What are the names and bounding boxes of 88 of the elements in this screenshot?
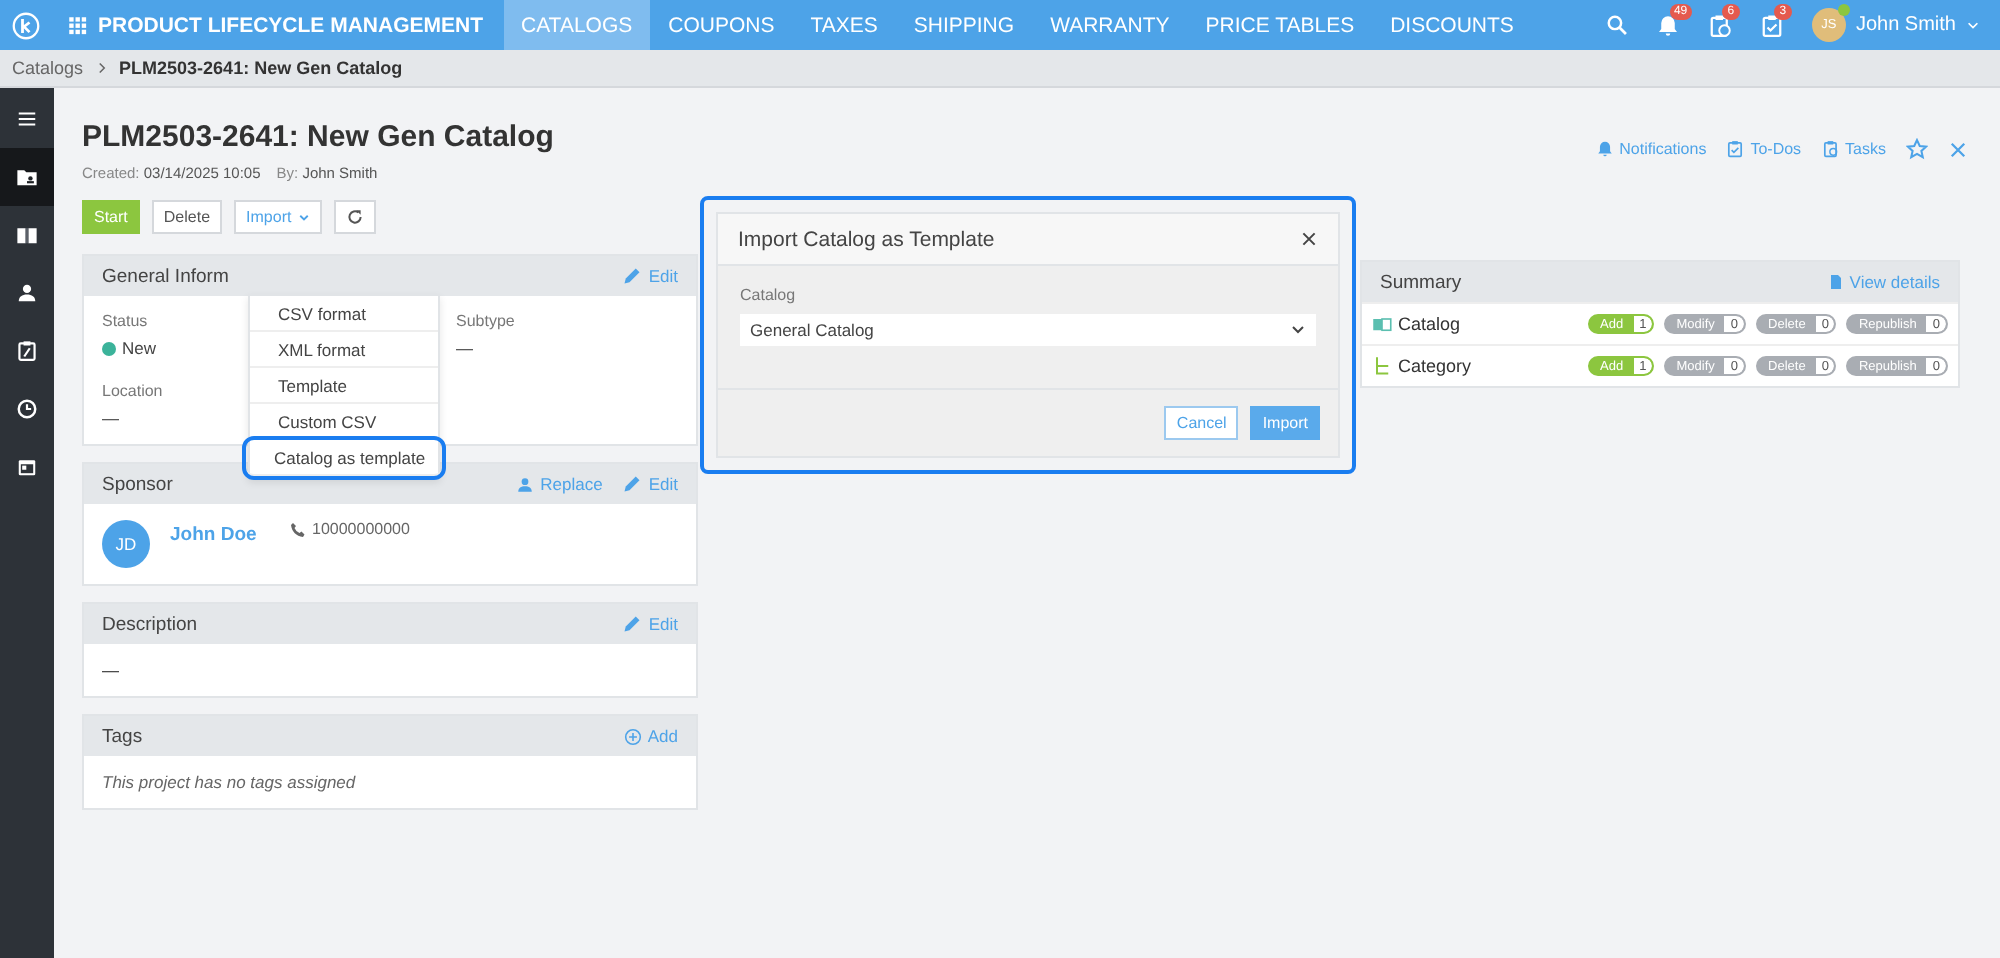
book-icon (16, 224, 38, 246)
field-label: Catalog (740, 286, 796, 304)
clipboard-clock-icon (1707, 13, 1732, 37)
panel-title: Description (102, 613, 198, 635)
field-value: — (102, 408, 119, 428)
close-icon (1300, 230, 1318, 248)
plus-circle-icon (623, 727, 642, 745)
pencil-icon (622, 614, 643, 634)
menu-icon (16, 107, 38, 129)
nav-tab[interactable]: SHIPPING (895, 0, 1033, 50)
header-link[interactable]: To-Dos (1726, 140, 1802, 158)
replace-link[interactable]: Replace (516, 474, 603, 494)
edit-link[interactable]: Edit (622, 266, 678, 286)
sidebar-item[interactable] (0, 148, 54, 206)
person-icon (516, 475, 535, 493)
grid-icon (68, 15, 88, 35)
summary-label: Category (1398, 356, 1472, 376)
nav-tab[interactable]: PRICE TABLES (1187, 0, 1373, 50)
sponsor-avatar: JD (102, 520, 150, 568)
phone-number: 10000000000 (312, 520, 410, 538)
add-link[interactable]: Add (623, 726, 678, 746)
refresh-button[interactable] (333, 200, 376, 234)
start-button[interactable]: Start (82, 200, 140, 234)
nav-tab[interactable]: DISCOUNTS (1372, 0, 1532, 50)
bell-icon (1595, 140, 1614, 158)
menu-item[interactable]: Template (250, 368, 438, 404)
panel-title: Summary (1380, 271, 1462, 293)
phone-icon (290, 521, 306, 537)
pencil-icon (622, 266, 643, 286)
nav-tab[interactable]: COUPONS (650, 0, 793, 50)
person-icon (16, 282, 38, 304)
chevron-icon (1290, 322, 1306, 338)
view-details-link[interactable]: View details (1827, 272, 1940, 292)
logo-icon[interactable] (12, 11, 40, 39)
breadcrumb-link[interactable]: Catalogs (12, 58, 84, 78)
hierarchy-icon (1372, 356, 1392, 376)
clipboard-check-icon (1759, 13, 1784, 37)
clipboard-clock-icon (1821, 140, 1840, 158)
caret-icon (297, 211, 310, 223)
document-icon (1827, 274, 1844, 290)
field-label: Subtype (456, 312, 515, 330)
menu-item[interactable]: Custom CSV (250, 404, 438, 440)
status-dot (102, 341, 116, 355)
summary-label: Catalog (1398, 314, 1461, 334)
cancel-button[interactable]: Cancel (1164, 406, 1239, 440)
sponsor-name[interactable]: John Doe (170, 524, 270, 546)
field-value: New (122, 338, 157, 358)
close-icon (1948, 139, 1968, 159)
import-button[interactable]: Import (234, 200, 322, 234)
empty-message: This project has no tags assigned (102, 772, 356, 792)
app-title: PRODUCT LIFECYCLE MANAGEMENT (98, 13, 483, 37)
catalog-select[interactable]: General Catalog (740, 314, 1316, 346)
import-button[interactable]: Import (1250, 406, 1320, 440)
chevron-icon (95, 62, 108, 74)
edit-link[interactable]: Edit (622, 614, 678, 634)
panel-title: Tags (102, 725, 143, 747)
nav-tab[interactable]: TAXES (792, 0, 896, 50)
pencil-icon (622, 474, 643, 494)
field-label: Location (102, 382, 163, 400)
folder-icon (16, 166, 38, 188)
search-icon (1605, 14, 1628, 36)
dialog-title: Import Catalog as Template (738, 227, 995, 251)
catalog-icon (1372, 314, 1392, 334)
field-label: Status (102, 312, 148, 330)
menu-item[interactable]: XML format (250, 332, 438, 368)
user-name[interactable]: John Smith (1855, 14, 1956, 36)
breadcrumb-current: PLM2503-2641: New Gen Catalog (119, 58, 403, 78)
panel-title: General Inform (102, 265, 229, 287)
caret-icon (1966, 18, 1980, 32)
nav-tab[interactable]: CATALOGS (503, 0, 651, 50)
panel-title: Sponsor (102, 473, 173, 495)
page-title: PLM2503-2641: New Gen Catalog (82, 120, 554, 154)
delete-button[interactable]: Delete (151, 200, 223, 234)
clipboard-check-icon (1726, 140, 1745, 158)
star-icon (1906, 138, 1928, 160)
header-link[interactable]: Tasks (1821, 140, 1886, 158)
bell-icon (1655, 13, 1680, 37)
edit-link[interactable]: Edit (622, 474, 678, 494)
refresh-icon (345, 208, 364, 226)
clipboard-icon (16, 340, 38, 362)
nav-tab[interactable]: WARRANTY (1032, 0, 1188, 50)
field-value: — (456, 338, 473, 358)
calendar-icon (16, 456, 38, 478)
menu-item[interactable]: CSV format (250, 296, 438, 332)
header-link[interactable]: Notifications (1595, 140, 1707, 158)
menu-item[interactable]: Catalog as template (246, 440, 442, 476)
description-text: — (102, 660, 119, 680)
clock-icon (16, 398, 38, 420)
